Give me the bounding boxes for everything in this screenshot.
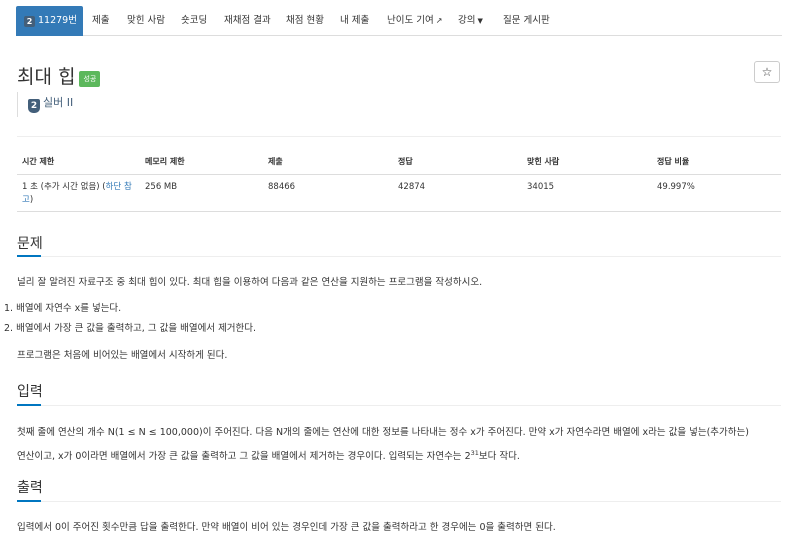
cell-accepted: 42874 bbox=[393, 174, 522, 212]
output-description: 입력에서 0이 주어진 횟수만큼 답을 출력한다. 만약 배열이 비어 있는 경… bbox=[17, 522, 556, 533]
exponent: 31 bbox=[470, 449, 479, 457]
section-heading-problem: 문제 bbox=[17, 236, 43, 252]
star-button[interactable]: ☆ bbox=[754, 61, 780, 83]
input-line-2: 연산이고, x가 0이라면 배열에서 가장 큰 값을 출력하고 그 값을 배열에… bbox=[17, 443, 787, 467]
header-memory-limit: 메모리 제한 bbox=[140, 149, 263, 175]
nav-tab-problem[interactable]: 2 11279번 bbox=[16, 6, 83, 36]
operation-list: 1. 배열에 자연수 x를 넣는다. 2. 배열에서 가장 큰 값을 출력하고,… bbox=[4, 299, 256, 339]
problem-title-row: 최대 힙 성공 bbox=[17, 62, 101, 88]
nav-tab-lectures-label: 강의 bbox=[458, 15, 476, 26]
table-row: 1 초 (추가 시간 없음) (하단 참고) 256 MB 88466 4287… bbox=[17, 174, 781, 212]
header-solvers: 맞힌 사람 bbox=[522, 149, 652, 175]
silver-tier-icon: 2 bbox=[28, 99, 40, 113]
section-divider bbox=[17, 256, 781, 257]
nav-tab-qna[interactable]: 질문 게시판 bbox=[503, 6, 550, 35]
section-heading-output: 출력 bbox=[17, 480, 43, 496]
input-line-2-text: 연산이고, x가 0이라면 배열에서 가장 큰 값을 출력하고 그 값을 배열에… bbox=[17, 451, 471, 462]
nav-tab-solvers[interactable]: 맞힌 사람 bbox=[127, 6, 165, 35]
list-item: 1. 배열에 자연수 x를 넣는다. bbox=[4, 303, 122, 314]
tier-badge-icon: 2 bbox=[24, 16, 35, 27]
cell-solvers: 34015 bbox=[522, 174, 652, 212]
tier-info: 2 실버 II bbox=[17, 92, 73, 117]
input-line-2-end: 보다 작다. bbox=[478, 451, 520, 462]
time-limit-text: 1 초 (추가 시간 없음) ( bbox=[22, 181, 106, 192]
cell-memory-limit: 256 MB bbox=[140, 174, 263, 212]
cell-submissions: 88466 bbox=[263, 174, 393, 212]
list-item-text: 배열에 자연수 x를 넣는다. bbox=[16, 303, 122, 314]
divider bbox=[17, 136, 781, 137]
nav-tab-difficulty-label: 난이도 기여 bbox=[387, 15, 434, 26]
problem-description: 널리 잘 알려진 자료구조 중 최대 힙이 있다. 최대 힙을 이용하여 다음과… bbox=[17, 277, 483, 288]
header-time-limit: 시간 제한 bbox=[17, 149, 140, 175]
cell-time-limit: 1 초 (추가 시간 없음) (하단 참고) bbox=[17, 174, 140, 212]
nav-tab-submit[interactable]: 제출 bbox=[92, 6, 109, 35]
header-accepted: 정답 bbox=[393, 149, 522, 175]
problem-nav: 2 11279번 제출 맞힌 사람 숏코딩 재채점 결과 채점 현황 내 제출 난… bbox=[16, 6, 782, 36]
nav-tab-status[interactable]: 채점 현황 bbox=[286, 6, 324, 35]
page-title: 최대 힙 bbox=[17, 66, 76, 88]
header-ratio: 정답 비율 bbox=[652, 149, 781, 175]
external-link-icon: ↗ bbox=[435, 16, 443, 25]
section-accent bbox=[17, 255, 41, 257]
section-accent bbox=[17, 404, 41, 406]
list-item: 2. 배열에서 가장 큰 값을 출력하고, 그 값을 배열에서 제거한다. bbox=[4, 323, 257, 334]
status-badge: 성공 bbox=[79, 70, 101, 87]
table-header-row: 시간 제한 메모리 제한 제출 정답 맞힌 사람 정답 비율 bbox=[17, 149, 781, 175]
caret-down-icon: ▼ bbox=[477, 17, 483, 25]
time-limit-close: ) bbox=[29, 194, 34, 205]
input-description: 첫째 줄에 연산의 개수 N(1 ≤ N ≤ 100,000)이 주어진다. 다… bbox=[17, 422, 787, 467]
tier-label[interactable]: 실버 II bbox=[43, 96, 73, 109]
list-item-text: 배열에서 가장 큰 값을 출력하고, 그 값을 배열에서 제거한다. bbox=[16, 323, 257, 334]
problem-outro: 프로그램은 처음에 비어있는 배열에서 시작하게 된다. bbox=[17, 350, 228, 361]
header-submissions: 제출 bbox=[263, 149, 393, 175]
section-divider bbox=[17, 405, 781, 406]
nav-tab-rejudge[interactable]: 재채점 결과 bbox=[224, 6, 271, 35]
section-accent bbox=[17, 500, 41, 502]
problem-info-table: 시간 제한 메모리 제한 제출 정답 맞힌 사람 정답 비율 1 초 (추가 시… bbox=[17, 149, 781, 212]
input-line-1: 첫째 줄에 연산의 개수 N(1 ≤ N ≤ 100,000)이 주어진다. 다… bbox=[17, 427, 749, 438]
nav-tab-difficulty[interactable]: 난이도 기여 ↗ bbox=[387, 6, 442, 35]
section-divider bbox=[17, 501, 781, 502]
nav-tab-my-submissions[interactable]: 내 제출 bbox=[340, 6, 369, 35]
section-heading-input: 입력 bbox=[17, 384, 43, 400]
cell-ratio: 49.997% bbox=[652, 174, 781, 212]
nav-tab-lectures[interactable]: 강의 ▼ bbox=[458, 6, 483, 35]
nav-tab-problem-label: 11279번 bbox=[38, 15, 77, 26]
nav-tab-shortcoding[interactable]: 숏코딩 bbox=[181, 6, 207, 35]
